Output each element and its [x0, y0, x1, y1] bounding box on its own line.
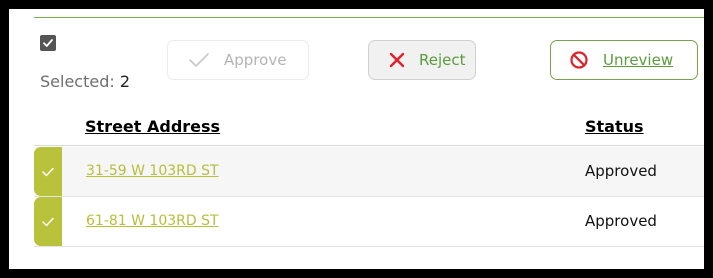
status-column-header[interactable]: Status — [585, 117, 644, 136]
unreview-label: Unreview — [603, 51, 674, 69]
approve-label: Approve — [224, 51, 287, 69]
status-text: Approved — [585, 212, 657, 230]
selected-count-text: Selected: 2 — [40, 72, 130, 91]
approve-button[interactable]: Approve — [167, 40, 309, 80]
checkmark-icon — [42, 217, 54, 226]
row-checkbox[interactable] — [34, 197, 62, 246]
table-header: Street Address Status — [34, 109, 704, 146]
street-address-link[interactable]: 31-59 W 103RD ST — [86, 163, 219, 179]
prohibited-icon — [569, 50, 589, 70]
selected-label: Selected: — [40, 72, 115, 91]
checkmark-icon — [188, 51, 210, 69]
reject-button[interactable]: Reject — [368, 40, 476, 80]
top-divider — [34, 17, 704, 18]
review-panel: Selected: 2 Approve Reject Unreview Stre… — [9, 9, 704, 269]
reject-label: Reject — [419, 51, 466, 69]
street-address-column-header[interactable]: Street Address — [85, 117, 220, 136]
selected-count: 2 — [119, 72, 131, 91]
checkmark-icon — [42, 167, 54, 176]
x-icon — [389, 52, 405, 68]
street-address-link[interactable]: 61-81 W 103RD ST — [86, 213, 219, 229]
checkbox-checked-icon — [43, 39, 53, 47]
table-row: 31-59 W 103RD ST Approved — [34, 147, 704, 197]
unreview-button[interactable]: Unreview — [550, 40, 698, 80]
select-all-checkbox[interactable] — [40, 35, 56, 51]
status-text: Approved — [585, 162, 657, 180]
table-row: 61-81 W 103RD ST Approved — [34, 197, 704, 247]
row-checkbox[interactable] — [34, 147, 62, 196]
